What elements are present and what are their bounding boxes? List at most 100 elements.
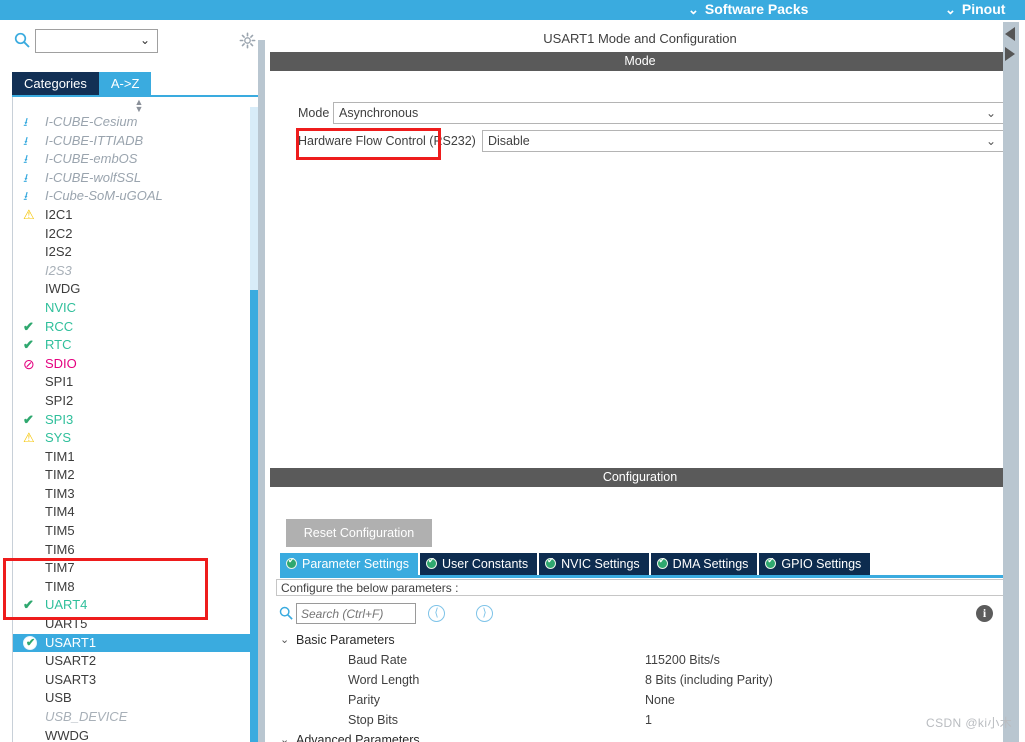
- sidebar-item-rcc[interactable]: ✔ RCC: [13, 318, 264, 337]
- check-circle-icon: [545, 555, 557, 569]
- software-packs-label: Software Packs: [704, 1, 809, 17]
- sidebar-item-i-cube-ittiadb[interactable]: ⭳ I-CUBE-ITTIADB: [13, 132, 264, 151]
- sidebar-scrollbar-thumb[interactable]: [250, 290, 258, 742]
- sidebar-item-label: I-Cube-SoM-uGOAL: [45, 188, 163, 204]
- sidebar-item-iwdg[interactable]: IWDG: [13, 280, 264, 299]
- parameter-row[interactable]: Parity None: [276, 690, 1006, 710]
- info-icon[interactable]: i: [976, 605, 993, 622]
- sidebar-item-i-cube-embos[interactable]: ⭳ I-CUBE-embOS: [13, 150, 264, 169]
- sidebar-item-i2s2[interactable]: I2S2: [13, 243, 264, 262]
- sidebar-item-sys[interactable]: ⚠ SYS: [13, 429, 264, 448]
- gear-icon[interactable]: [239, 32, 256, 49]
- parameter-search-input[interactable]: [296, 603, 416, 624]
- sidebar-item-sdio[interactable]: ⊘ SDIO: [13, 355, 264, 374]
- parameter-row[interactable]: Stop Bits 1: [276, 710, 1006, 730]
- sidebar-item-uart4[interactable]: ✔ UART4: [13, 596, 264, 615]
- sidebar-item-label: TIM5: [45, 523, 75, 539]
- scroll-left-arrow-icon[interactable]: [1005, 27, 1015, 41]
- tab-label: DMA Settings: [672, 557, 749, 571]
- parameter-value[interactable]: 8 Bits (including Parity): [645, 670, 773, 690]
- sidebar-item-spi1[interactable]: SPI1: [13, 373, 264, 392]
- parameter-value[interactable]: 1: [645, 710, 652, 730]
- sidebar-item-label: USB: [45, 690, 72, 706]
- check-circle-icon: [656, 555, 668, 569]
- sidebar-item-uart5[interactable]: UART5: [13, 615, 264, 634]
- sidebar-item-i2c2[interactable]: I2C2: [13, 225, 264, 244]
- sidebar-item-i-cube-cesium[interactable]: ⭳ I-CUBE-Cesium: [13, 113, 264, 132]
- mode-value: Asynchronous: [339, 106, 419, 120]
- sidebar-item-label: I-CUBE-ITTIADB: [45, 132, 144, 148]
- chevron-down-icon[interactable]: ⌄: [280, 630, 289, 650]
- sidebar-item-i-cube-som-ugoal[interactable]: ⭳ I-Cube-SoM-uGOAL: [13, 187, 264, 206]
- sidebar-item-label: RCC: [45, 318, 74, 334]
- sidebar-item-i-cube-wolfssl[interactable]: ⭳ I-CUBE-wolfSSL: [13, 169, 264, 188]
- mode-select[interactable]: Asynchronous ⌄: [333, 102, 1005, 124]
- sort-updown-icon[interactable]: ▲ ▼: [131, 98, 147, 114]
- sidebar-splitter[interactable]: [258, 40, 265, 742]
- warning-icon: ⚠: [23, 206, 35, 222]
- tab-categories[interactable]: Categories: [12, 72, 99, 96]
- sidebar-item-label: RTC: [45, 337, 72, 353]
- tab-label: User Constants: [442, 557, 529, 571]
- parameter-group-header[interactable]: ⌄ Basic Parameters: [276, 630, 1006, 650]
- sidebar-item-spi3[interactable]: ✔ SPI3: [13, 411, 264, 430]
- tab-user-constants[interactable]: User Constants: [420, 553, 538, 575]
- parameter-row[interactable]: Baud Rate 115200 Bits/s: [276, 650, 1006, 670]
- sidebar-item-usb_device[interactable]: USB_DEVICE: [13, 708, 264, 727]
- scroll-right-arrow-icon[interactable]: [1005, 47, 1015, 61]
- tab-label: GPIO Settings: [781, 557, 862, 571]
- chevron-right-circle-icon[interactable]: ⟩: [476, 605, 493, 622]
- sidebar-item-tim2[interactable]: TIM2: [13, 466, 264, 485]
- parameter-table: ⌄ Basic Parameters Baud Rate 115200 Bits/s W…: [276, 630, 1006, 742]
- main-scrollbar-track[interactable]: [1003, 22, 1019, 742]
- sidebar-item-spi2[interactable]: SPI2: [13, 392, 264, 411]
- sidebar-item-tim1[interactable]: TIM1: [13, 448, 264, 467]
- sidebar-item-wwdg[interactable]: WWDG: [13, 727, 264, 742]
- reset-configuration-button[interactable]: Reset Configuration: [286, 519, 432, 547]
- chevron-left-circle-icon[interactable]: ⟨: [428, 605, 445, 622]
- chevron-down-icon: ⌄: [945, 2, 956, 17]
- chevron-down-icon[interactable]: ⌄: [280, 730, 289, 742]
- sidebar-item-tim3[interactable]: TIM3: [13, 485, 264, 504]
- parameter-row[interactable]: Word Length 8 Bits (including Parity): [276, 670, 1006, 690]
- sidebar-item-usart1[interactable]: USART1: [13, 633, 264, 653]
- parameter-search-row: ⟨ ⟩ i: [276, 603, 1006, 625]
- sidebar-item-usb[interactable]: USB: [13, 689, 264, 708]
- sidebar-item-label: USART2: [45, 653, 97, 669]
- check-circle-icon: [765, 555, 777, 569]
- parameter-value[interactable]: 115200 Bits/s: [645, 650, 720, 670]
- configuration-section-header: Configuration: [270, 468, 1010, 487]
- sidebar-item-tim5[interactable]: TIM5: [13, 522, 264, 541]
- sidebar-tabs: Categories A->Z: [12, 72, 152, 96]
- sidebar-item-i2c1[interactable]: ⚠ I2C1: [13, 206, 264, 225]
- tab-gpio-settings[interactable]: GPIO Settings: [759, 553, 871, 575]
- tab-parameter-settings[interactable]: Parameter Settings: [280, 553, 418, 575]
- tab-dma-settings[interactable]: DMA Settings: [650, 553, 758, 575]
- pinout-menu[interactable]: ⌄ Pinout: [945, 0, 1005, 20]
- sidebar-item-label: SPI1: [45, 374, 74, 390]
- sidebar-item-tim7[interactable]: TIM7: [13, 559, 264, 578]
- parameter-name: Stop Bits: [348, 713, 399, 727]
- parameter-name: Parity: [348, 693, 380, 707]
- scrollbar-filler: [1019, 22, 1025, 742]
- sidebar-item-usart3[interactable]: USART3: [13, 671, 264, 690]
- hardware-flow-control-select[interactable]: Disable ⌄: [482, 130, 1005, 152]
- sidebar-item-tim4[interactable]: TIM4: [13, 503, 264, 522]
- software-packs-menu[interactable]: ⌄ Software Packs: [688, 0, 808, 20]
- sidebar-item-nvic[interactable]: NVIC: [13, 299, 264, 318]
- parameter-group-name: Advanced Parameters: [296, 733, 420, 742]
- forbidden-icon: ⊘: [23, 355, 35, 372]
- search-input[interactable]: ⌄: [35, 29, 158, 53]
- sidebar-item-tim8[interactable]: TIM8: [13, 578, 264, 597]
- sidebar-item-label: I2C2: [45, 225, 73, 241]
- sidebar-item-usart2[interactable]: USART2: [13, 652, 264, 671]
- sidebar-item-tim6[interactable]: TIM6: [13, 541, 264, 560]
- parameter-group-header[interactable]: ⌄ Advanced Parameters: [276, 730, 1006, 742]
- parameter-value[interactable]: None: [645, 690, 675, 710]
- peripheral-list[interactable]: ▲ ▼ ⭳ I-CUBE-Cesium ⭳ I-CUBE-ITTIADB ⭳ I-CUBE-…: [12, 97, 264, 742]
- tab-a-to-z[interactable]: A->Z: [98, 72, 152, 96]
- configuration-panel: USART1 Mode and Configuration Mode Mode …: [265, 20, 1025, 742]
- tab-nvic-settings[interactable]: NVIC Settings: [539, 553, 649, 575]
- sidebar-item-rtc[interactable]: ✔ RTC: [13, 336, 264, 355]
- sidebar-item-i2s3[interactable]: I2S3: [13, 262, 264, 281]
